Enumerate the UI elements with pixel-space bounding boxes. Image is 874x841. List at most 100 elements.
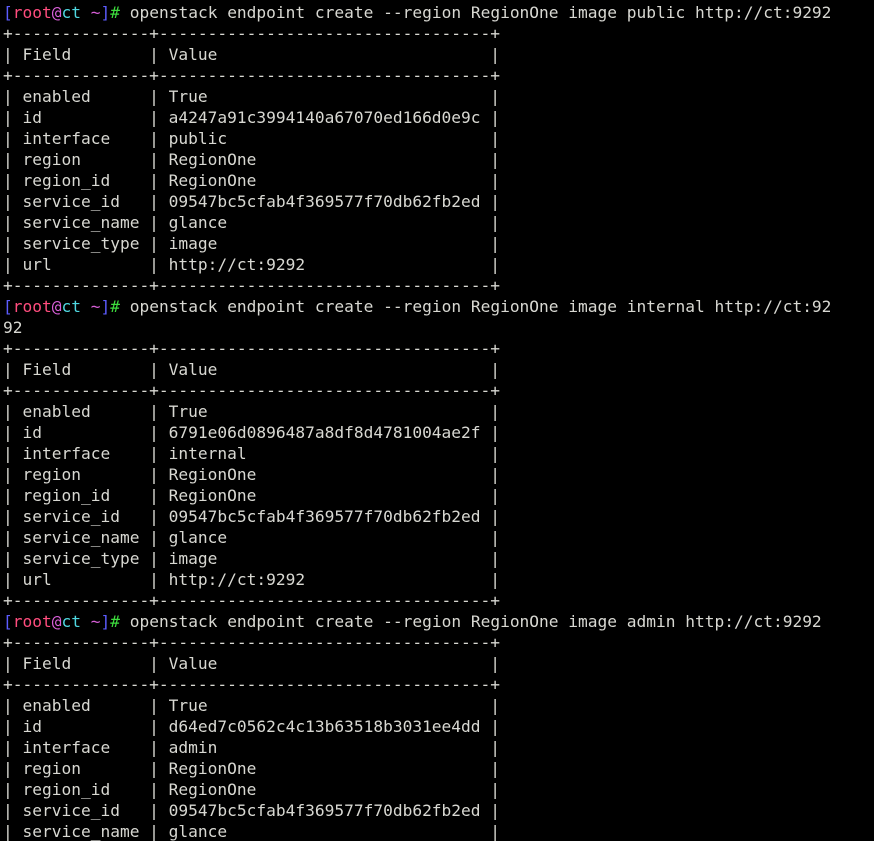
table-bottom-rule: +--------------+------------------------… — [3, 275, 874, 296]
table-row: | interface | admin | — [3, 737, 874, 758]
table-separator-rule: +--------------+------------------------… — [3, 24, 501, 43]
terminal-screen[interactable]: [root@ct ~]# openstack endpoint create -… — [0, 0, 874, 841]
table-row: | service_id | 09547bc5cfab4f369577f70db… — [3, 506, 874, 527]
command-text: 92 — [3, 318, 23, 337]
table-header-row: | Field | Value | — [3, 44, 874, 65]
table-row-text: | region_id | RegionOne | — [3, 171, 501, 190]
command-line[interactable]: [root@ct ~]# openstack endpoint create -… — [3, 296, 874, 317]
table-row-text: | enabled | True | — [3, 402, 501, 421]
table-row-text: | region | RegionOne | — [3, 465, 501, 484]
table-row: | url | http://ct:9292 | — [3, 569, 874, 590]
command-line[interactable]: 92 — [3, 317, 874, 338]
command-line[interactable]: [root@ct ~]# openstack endpoint create -… — [3, 611, 874, 632]
table-row-text: | service_type | image | — [3, 549, 501, 568]
table-header-rule: +--------------+------------------------… — [3, 65, 874, 86]
table-row: | id | d64ed7c0562c4c13b63518b3031ee4dd … — [3, 716, 874, 737]
prompt-host: ct — [61, 3, 81, 22]
prompt-sigil: # — [110, 297, 120, 316]
table-row: | id | a4247a91c3994140a67070ed166d0e9c … — [3, 107, 874, 128]
table-row-text: | service_id | 09547bc5cfab4f369577f70db… — [3, 507, 501, 526]
table-row-text: | service_name | glance | — [3, 528, 501, 547]
table-row: | service_id | 09547bc5cfab4f369577f70db… — [3, 191, 874, 212]
prompt-gap — [120, 3, 130, 22]
table-row-text: | region_id | RegionOne | — [3, 780, 501, 799]
table-row-text: | enabled | True | — [3, 696, 501, 715]
prompt-close-bracket: ] — [100, 3, 111, 22]
table-row-text: | interface | internal | — [3, 444, 501, 463]
table-row: | enabled | True | — [3, 86, 874, 107]
table-row-text: | enabled | True | — [3, 87, 501, 106]
table-bottom-rule: +--------------+------------------------… — [3, 590, 874, 611]
table-row: | interface | public | — [3, 128, 874, 149]
table-row: | interface | internal | — [3, 443, 874, 464]
table-row-text: | url | http://ct:9292 | — [3, 255, 501, 274]
table-row: | region_id | RegionOne | — [3, 170, 874, 191]
prompt-close-bracket: ] — [100, 612, 111, 631]
table-row-text: | interface | public | — [3, 129, 501, 148]
prompt-open-bracket: [ — [3, 297, 13, 316]
table-row-text: | service_id | 09547bc5cfab4f369577f70db… — [3, 801, 501, 820]
prompt-gap — [120, 297, 130, 316]
table-row-text: | service_type | image | — [3, 234, 501, 253]
prompt-sigil: # — [110, 3, 120, 22]
table-row: | region | RegionOne | — [3, 758, 874, 779]
prompt-host: ct — [61, 297, 81, 316]
command-line[interactable]: [root@ct ~]# openstack endpoint create -… — [3, 2, 874, 23]
table-separator-rule: +--------------+------------------------… — [3, 276, 501, 295]
table-row-text: | region | RegionOne | — [3, 759, 501, 778]
table-row-text: | region | RegionOne | — [3, 150, 501, 169]
table-header-rule: +--------------+------------------------… — [3, 674, 874, 695]
table-header-text: | Field | Value | — [3, 45, 501, 64]
prompt-sigil: # — [110, 612, 120, 631]
table-row: | service_type | image | — [3, 233, 874, 254]
prompt-gap — [120, 612, 130, 631]
table-row-text: | region_id | RegionOne | — [3, 486, 501, 505]
table-row-text: | url | http://ct:9292 | — [3, 570, 501, 589]
table-row: | enabled | True | — [3, 695, 874, 716]
table-separator-rule: +--------------+------------------------… — [3, 591, 501, 610]
table-row: | region_id | RegionOne | — [3, 779, 874, 800]
table-row: | region_id | RegionOne | — [3, 485, 874, 506]
table-separator-rule: +--------------+------------------------… — [3, 381, 501, 400]
table-row: | region | RegionOne | — [3, 464, 874, 485]
command-text: openstack endpoint create --region Regio… — [129, 297, 832, 316]
table-row: | service_type | image | — [3, 548, 874, 569]
prompt-close-bracket: ] — [100, 297, 111, 316]
table-row-text: | service_name | glance | — [3, 213, 501, 232]
table-header-row: | Field | Value | — [3, 359, 874, 380]
table-row: | url | http://ct:9292 | — [3, 254, 874, 275]
table-row: | service_name | glance | — [3, 527, 874, 548]
table-row: | region | RegionOne | — [3, 149, 874, 170]
prompt-user: root — [12, 612, 52, 631]
table-row: | service_name | glance | — [3, 212, 874, 233]
table-separator-rule: +--------------+------------------------… — [3, 66, 501, 85]
command-text: openstack endpoint create --region Regio… — [129, 3, 832, 22]
table-row: | service_id | 09547bc5cfab4f369577f70db… — [3, 800, 874, 821]
table-row-text: | interface | admin | — [3, 738, 501, 757]
table-header-text: | Field | Value | — [3, 360, 501, 379]
table-header-rule: +--------------+------------------------… — [3, 380, 874, 401]
table-header-row: | Field | Value | — [3, 653, 874, 674]
table-row: | service_name | glance | — [3, 821, 874, 841]
table-separator-rule: +--------------+------------------------… — [3, 633, 501, 652]
command-text: openstack endpoint create --region Regio… — [129, 612, 822, 631]
table-header-text: | Field | Value | — [3, 654, 501, 673]
table-top-rule: +--------------+------------------------… — [3, 23, 874, 44]
table-row-text: | id | a4247a91c3994140a67070ed166d0e9c … — [3, 108, 501, 127]
table-separator-rule: +--------------+------------------------… — [3, 339, 501, 358]
table-separator-rule: +--------------+------------------------… — [3, 675, 501, 694]
table-top-rule: +--------------+------------------------… — [3, 632, 874, 653]
prompt-open-bracket: [ — [3, 612, 13, 631]
table-row-text: | service_id | 09547bc5cfab4f369577f70db… — [3, 192, 501, 211]
table-row: | id | 6791e06d0896487a8df8d4781004ae2f … — [3, 422, 874, 443]
prompt-open-bracket: [ — [3, 3, 13, 22]
prompt-host: ct — [61, 612, 81, 631]
table-row-text: | service_name | glance | — [3, 822, 501, 841]
table-row-text: | id | 6791e06d0896487a8df8d4781004ae2f … — [3, 423, 501, 442]
prompt-user: root — [12, 297, 52, 316]
table-row: | enabled | True | — [3, 401, 874, 422]
table-top-rule: +--------------+------------------------… — [3, 338, 874, 359]
